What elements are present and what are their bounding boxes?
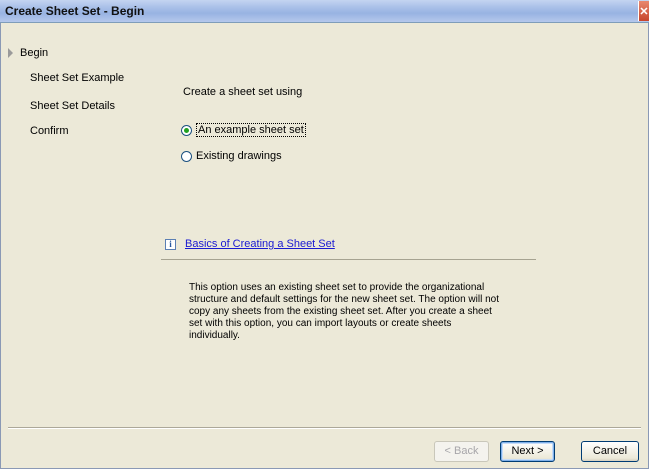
divider xyxy=(161,259,536,260)
option-existing-drawings[interactable]: Existing drawings xyxy=(181,150,282,162)
option-description: This option uses an existing sheet set t… xyxy=(189,282,499,341)
step-label: Sheet Set Example xyxy=(30,72,125,84)
close-icon[interactable]: ✕ xyxy=(638,1,649,21)
info-icon: i xyxy=(165,239,176,250)
footer-divider xyxy=(8,427,641,429)
option-example-sheet-set[interactable]: An example sheet set xyxy=(181,123,306,137)
cancel-button[interactable]: Cancel xyxy=(581,441,639,462)
step-label: Sheet Set Details xyxy=(30,100,115,112)
create-sheet-set-dialog: Create Sheet Set - Begin ✕ Begin Sheet S… xyxy=(0,0,649,469)
step-label: Confirm xyxy=(30,125,69,137)
back-button[interactable]: < Back xyxy=(434,441,489,462)
radio-button-checked[interactable] xyxy=(181,124,192,136)
current-step-arrow-icon xyxy=(8,48,13,58)
step-label: Begin xyxy=(20,47,49,59)
option-label[interactable]: Existing drawings xyxy=(196,150,282,162)
create-prompt: Create a sheet set using xyxy=(183,86,303,98)
window-title: Create Sheet Set - Begin xyxy=(5,4,145,18)
option-label[interactable]: An example sheet set xyxy=(196,123,306,137)
radio-button[interactable] xyxy=(181,150,192,162)
next-button[interactable]: Next > xyxy=(500,441,555,462)
title-bar[interactable]: Create Sheet Set - Begin ✕ xyxy=(0,0,649,23)
help-link[interactable]: Basics of Creating a Sheet Set xyxy=(185,238,335,250)
